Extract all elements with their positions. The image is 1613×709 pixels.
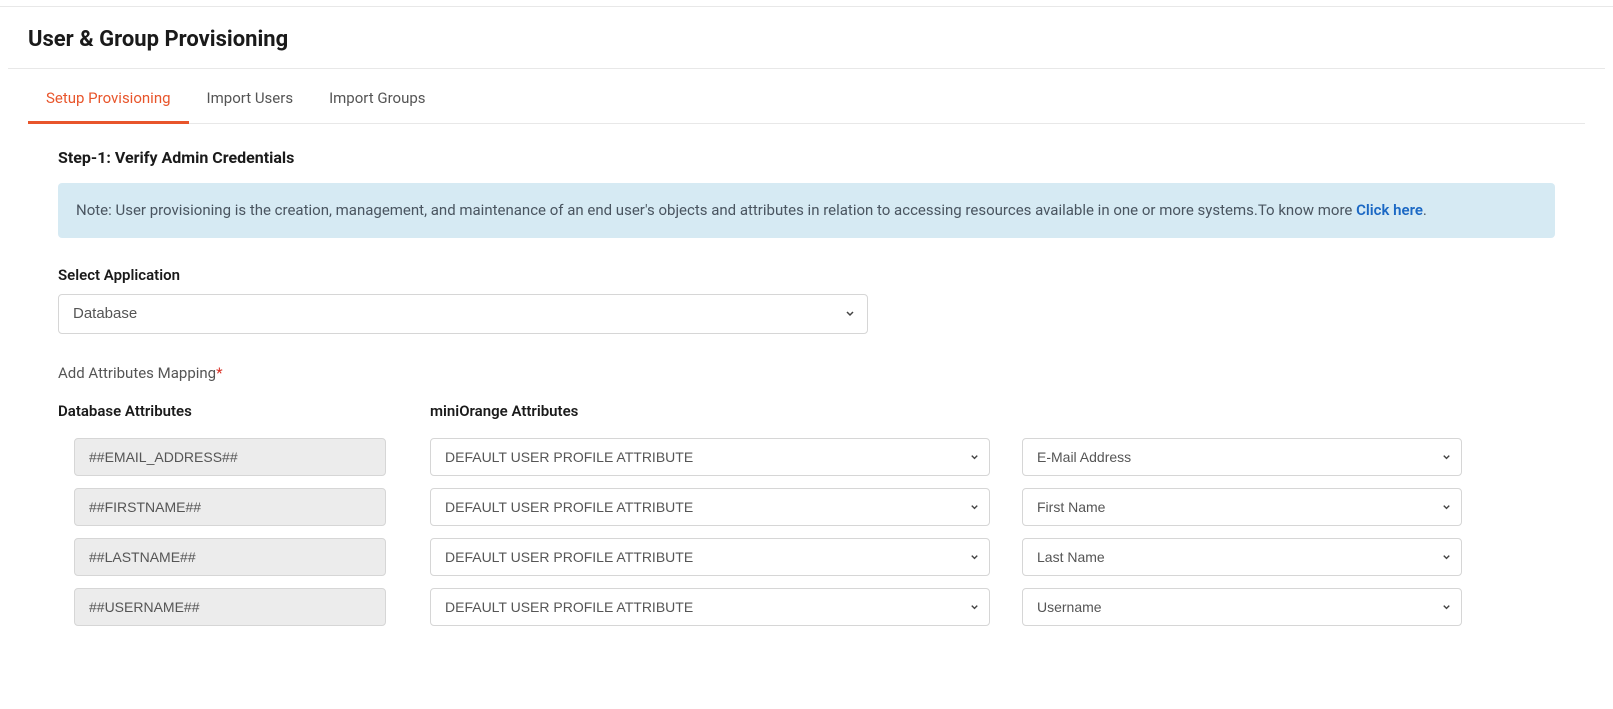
attribute-field-wrap: E-Mail Address (1022, 438, 1462, 476)
info-note: Note: User provisioning is the creation,… (58, 183, 1555, 238)
attribute-field-dropdown[interactable]: First Name (1022, 488, 1462, 526)
attribute-field-wrap: Last Name (1022, 538, 1462, 576)
attribute-type-wrap: DEFAULT USER PROFILE ATTRIBUTE (430, 538, 990, 576)
attribute-type-dropdown[interactable]: DEFAULT USER PROFILE ATTRIBUTE (430, 538, 990, 576)
main-container: User & Group Provisioning Setup Provisio… (0, 7, 1613, 666)
attribute-type-dropdown[interactable]: DEFAULT USER PROFILE ATTRIBUTE (430, 588, 990, 626)
tabs-nav: Setup Provisioning Import Users Import G… (28, 75, 1585, 124)
attribute-field-dropdown[interactable]: Last Name (1022, 538, 1462, 576)
attribute-type-dropdown[interactable]: DEFAULT USER PROFILE ATTRIBUTE (430, 488, 990, 526)
tab-import-groups[interactable]: Import Groups (311, 75, 443, 124)
tab-setup-provisioning[interactable]: Setup Provisioning (28, 75, 189, 124)
db-attribute-input[interactable] (74, 588, 386, 626)
db-attribute-input[interactable] (74, 538, 386, 576)
db-attribute-input[interactable] (74, 488, 386, 526)
attribute-type-wrap: DEFAULT USER PROFILE ATTRIBUTE (430, 588, 990, 626)
col-header-spacer (1022, 411, 1462, 417)
select-application-dropdown[interactable]: Database (58, 294, 868, 334)
db-attribute-input[interactable] (74, 438, 386, 476)
note-text: Note: User provisioning is the creation,… (76, 201, 1356, 219)
page-title: User & Group Provisioning (28, 7, 1585, 68)
step-heading: Step-1: Verify Admin Credentials (58, 148, 1555, 167)
title-divider (8, 68, 1605, 69)
tab-import-users[interactable]: Import Users (189, 75, 312, 124)
attribute-type-wrap: DEFAULT USER PROFILE ATTRIBUTE (430, 438, 990, 476)
attribute-field-wrap: Username (1022, 588, 1462, 626)
select-application-label: Select Application (58, 266, 1555, 284)
add-attributes-mapping-label: Add Attributes Mapping* (58, 364, 1555, 382)
mapping-grid: Database Attributes miniOrange Attribute… (58, 402, 1555, 626)
attribute-type-wrap: DEFAULT USER PROFILE ATTRIBUTE (430, 488, 990, 526)
select-application-wrap: Database (58, 294, 868, 334)
mapping-label-text: Add Attributes Mapping (58, 364, 216, 382)
attribute-field-wrap: First Name (1022, 488, 1462, 526)
note-suffix: . (1423, 201, 1427, 219)
tab-content: Step-1: Verify Admin Credentials Note: U… (28, 124, 1585, 666)
attribute-field-dropdown[interactable]: Username (1022, 588, 1462, 626)
attribute-field-dropdown[interactable]: E-Mail Address (1022, 438, 1462, 476)
attribute-type-dropdown[interactable]: DEFAULT USER PROFILE ATTRIBUTE (430, 438, 990, 476)
col-header-miniorange: miniOrange Attributes (430, 402, 990, 426)
note-link[interactable]: Click here (1356, 201, 1423, 219)
required-asterisk: * (216, 364, 222, 382)
col-header-database: Database Attributes (58, 402, 398, 426)
